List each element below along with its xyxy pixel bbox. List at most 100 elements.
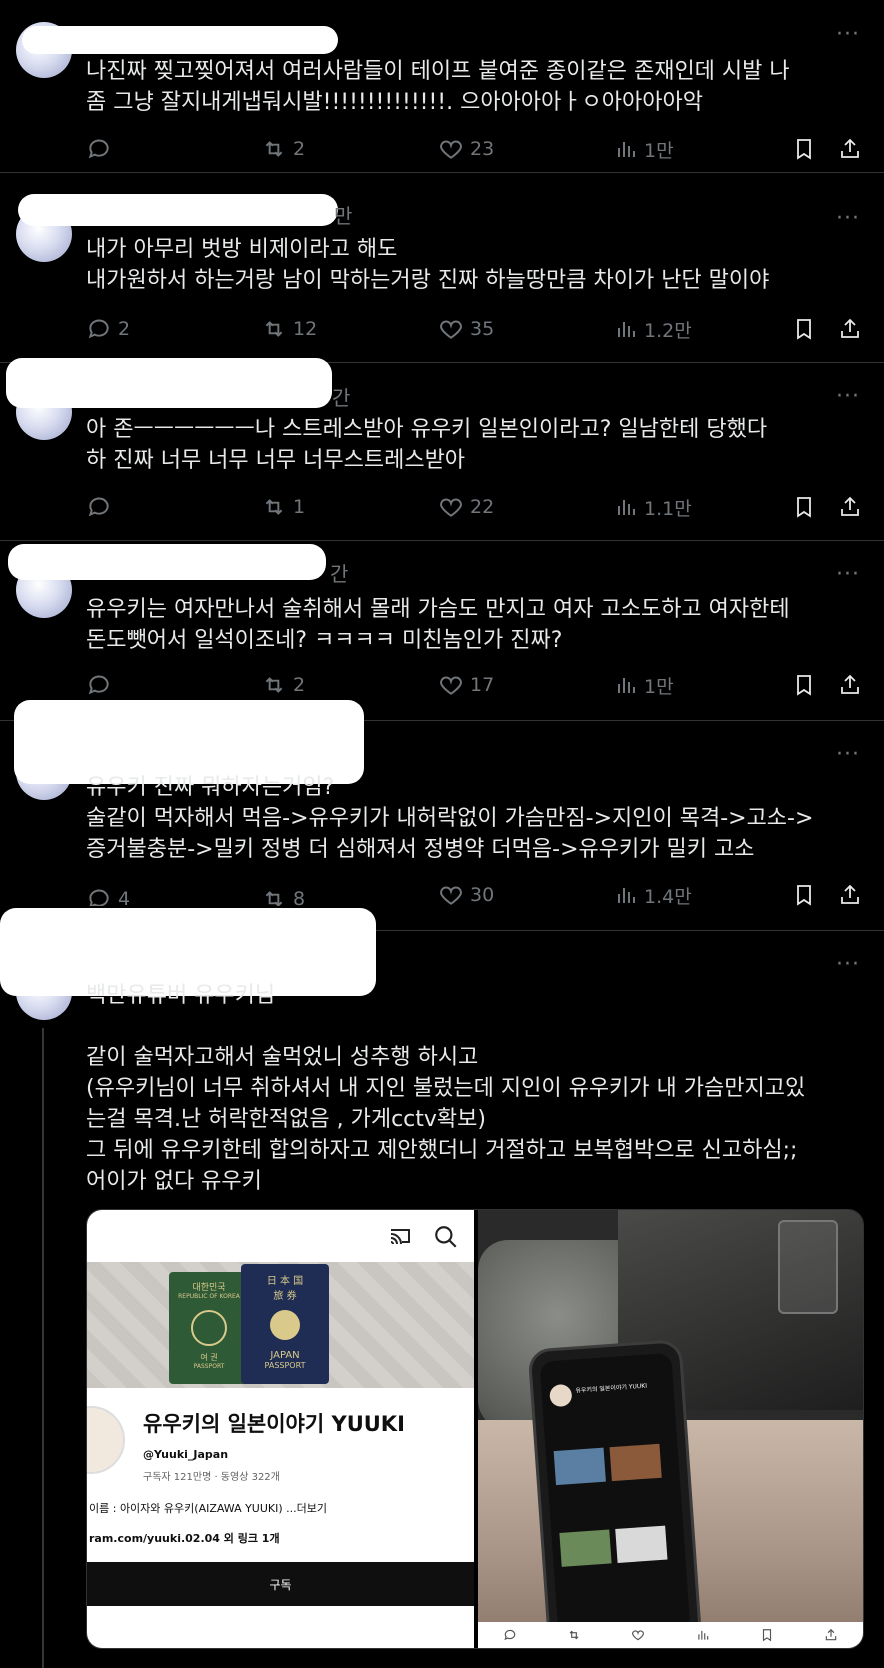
- bookmark-button[interactable]: [792, 492, 816, 522]
- bookmark-button[interactable]: [792, 670, 816, 700]
- share-button[interactable]: [838, 492, 862, 522]
- more-options-icon[interactable]: ···: [836, 206, 860, 231]
- phone-action-bar: [478, 1622, 863, 1648]
- korean-passport: 대한민국 REPUBLIC OF KOREA 여 권 PASSPORT: [169, 1272, 249, 1384]
- repost-icon: [265, 141, 283, 157]
- repost-count: 12: [293, 318, 318, 340]
- reply-button[interactable]: [86, 670, 118, 700]
- repost-button[interactable]: 12: [261, 314, 317, 344]
- more-options-icon[interactable]: ···: [836, 22, 860, 47]
- media-image-youtube-channel[interactable]: 대한민국 REPUBLIC OF KOREA 여 권 PASSPORT 日 本 …: [87, 1210, 474, 1648]
- repost-icon: [569, 1630, 579, 1640]
- action-bar: 2 23 1만: [86, 134, 874, 164]
- heart-icon: [440, 498, 462, 517]
- reply-icon: [88, 139, 109, 159]
- more-options-icon[interactable]: ···: [836, 384, 860, 409]
- channel-handle: @Yuuki_Japan: [143, 1448, 229, 1461]
- phone-thumb-4: [615, 1525, 668, 1563]
- phone-thumb-3: [559, 1529, 612, 1567]
- share-icon: [841, 674, 859, 694]
- heart-icon: [440, 320, 462, 339]
- search-icon: [435, 1226, 457, 1248]
- repost-button[interactable]: 2: [261, 670, 305, 700]
- views-button[interactable]: 1.2만: [614, 314, 692, 344]
- redacted-username: [6, 358, 332, 408]
- bookmark-icon: [797, 497, 811, 518]
- views-icon: [618, 888, 635, 903]
- phone: 유우키의 일본이야기 YUUKI: [527, 1339, 703, 1648]
- more-options-icon[interactable]: ···: [836, 742, 860, 767]
- bookmark-button[interactable]: [792, 880, 816, 910]
- post-5[interactable]: ··· 유우키 진짜 뭐하자는거임? 술같이 먹자해서 먹음->유우키가 내허락…: [0, 700, 884, 931]
- repost-count: 2: [293, 138, 306, 160]
- views-button[interactable]: 1.1만: [614, 492, 692, 522]
- media-attachment[interactable]: 대한민국 REPUBLIC OF KOREA 여 권 PASSPORT 日 本 …: [86, 1209, 864, 1649]
- reply-icon: [88, 497, 109, 517]
- view-count: 1.1만: [644, 497, 692, 520]
- post-2[interactable]: 만 ··· 내가 아무리 벗방 비제이라고 해도 내가원하서 하는거랑 남이 막…: [0, 184, 884, 363]
- post-text: 유우키 진짜 뭐하자는거임? 술같이 먹자해서 먹음->유우키가 내허락없이 가…: [86, 775, 814, 862]
- bookmark-icon: [762, 1629, 771, 1642]
- views-icon: [618, 678, 635, 693]
- like-button[interactable]: 35: [438, 314, 494, 344]
- channel-avatar[interactable]: [87, 1406, 125, 1474]
- share-button[interactable]: [838, 314, 862, 344]
- like-count: 30: [470, 884, 495, 906]
- share-icon: [841, 318, 859, 338]
- banner-image: 대한민국 REPUBLIC OF KOREA 여 권 PASSPORT 日 本 …: [87, 1262, 474, 1388]
- cast-icon: [390, 1229, 410, 1245]
- post-4[interactable]: 간 ··· 유우키는 여자만나서 술취해서 몰래 가슴도 만지고 여자 고소도하…: [0, 540, 884, 721]
- timestamp: 간: [332, 386, 351, 410]
- share-button[interactable]: [838, 134, 862, 164]
- emblem-icon: [191, 1310, 227, 1346]
- timestamp: 만: [334, 204, 353, 228]
- reply-button[interactable]: 2: [86, 314, 130, 344]
- like-button[interactable]: 23: [438, 134, 494, 164]
- phone-thumb-1: [553, 1447, 606, 1486]
- heart-icon: [440, 676, 462, 695]
- repost-button[interactable]: 2: [261, 134, 305, 164]
- view-count: 1.4만: [644, 885, 692, 908]
- like-button[interactable]: 22: [438, 492, 494, 522]
- repost-icon: [265, 499, 283, 515]
- thread-line: [42, 1028, 44, 1668]
- heart-icon: [632, 1630, 645, 1641]
- repost-button[interactable]: 1: [261, 492, 305, 522]
- more-options-icon[interactable]: ···: [836, 562, 860, 587]
- channel-description[interactable]: 이름 : 아이자와 유우키(AIZAWA YUUKI) ...더보기: [89, 1500, 327, 1516]
- subscribe-button[interactable]: 구독: [87, 1562, 474, 1606]
- post-text: 유우키는 여자만나서 술취해서 몰래 가슴도 만지고 여자 고소도하고 여자한테…: [86, 597, 790, 653]
- reply-button[interactable]: [86, 134, 118, 164]
- views-icon: [697, 1630, 708, 1640]
- phone-channel-avatar: [549, 1383, 573, 1408]
- timestamp: 간: [330, 562, 349, 586]
- bookmark-button[interactable]: [792, 314, 816, 344]
- repost-icon: [265, 321, 283, 337]
- views-icon: [618, 322, 635, 337]
- post-1[interactable]: ··· 나진짜 찢고찢어져서 여러사람들이 테이프 붙여준 종이같은 존재인데 …: [0, 0, 884, 173]
- post-3[interactable]: 간 ··· 아 존ㅡㅡㅡㅡㅡㅡ나 스트레스받아 유우키 일본인이라고? 일남한테…: [0, 358, 884, 541]
- views-icon: [618, 142, 635, 157]
- redacted-username: [22, 26, 338, 54]
- views-button[interactable]: 1만: [614, 134, 674, 164]
- media-image-phone-photo[interactable]: 유우키의 일본이야기 YUUKI: [478, 1210, 863, 1648]
- more-options-icon[interactable]: ···: [836, 952, 860, 977]
- share-button[interactable]: [838, 880, 862, 910]
- like-button[interactable]: 17: [438, 670, 494, 700]
- repost-count: 1: [293, 496, 306, 518]
- post-text: 백만유튜버 유우키님 같이 술먹자고해서 술먹었니 성추행 하시고 (유우키님이…: [86, 983, 806, 1194]
- views-button[interactable]: 1만: [614, 670, 674, 700]
- redacted-username: [18, 194, 338, 226]
- repost-count: 2: [293, 674, 306, 696]
- channel-stats: 구독자 121만명 · 동영상 322개: [143, 1472, 280, 1483]
- share-button[interactable]: [838, 670, 862, 700]
- like-button[interactable]: 30: [438, 880, 494, 910]
- reply-count: 2: [118, 318, 131, 340]
- views-button[interactable]: 1.4만: [614, 880, 692, 910]
- bookmark-button[interactable]: [792, 134, 816, 164]
- like-count: 35: [470, 318, 495, 340]
- reply-button[interactable]: [86, 492, 118, 522]
- channel-link[interactable]: ram.com/yuuki.02.04 외 링크 1개: [89, 1530, 280, 1546]
- post-text: 나진짜 찢고찢어져서 여러사람들이 테이프 붙여준 종이같은 존재인데 시발 나…: [86, 59, 790, 115]
- share-icon: [841, 138, 859, 158]
